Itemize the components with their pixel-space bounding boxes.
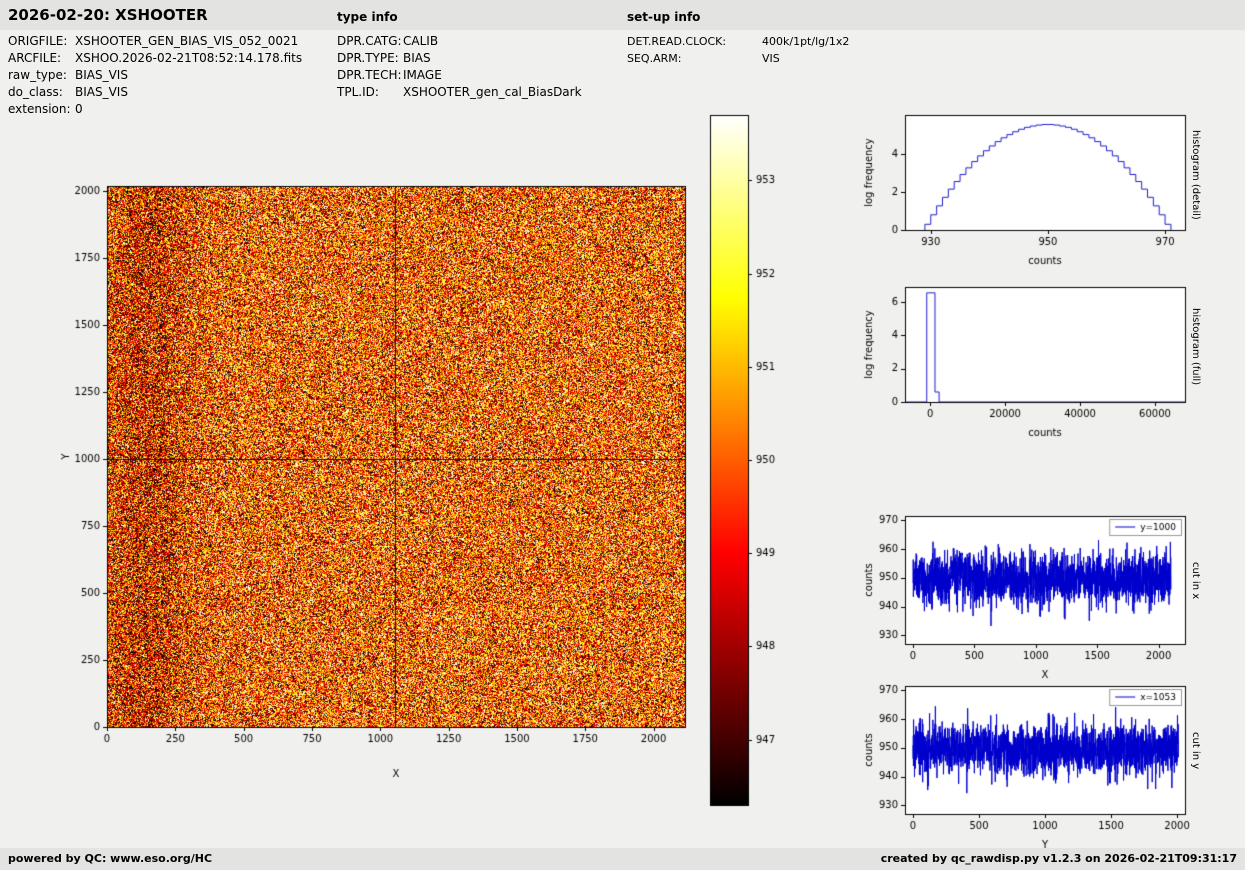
meta-label: DPR.TYPE: <box>337 51 399 65</box>
meta-label: ARCFILE: <box>8 51 62 65</box>
footer-created-by: created by qc_rawdisp.py v1.2.3 on 2026-… <box>880 852 1237 865</box>
meta-row: raw_type: BIAS_VIS <box>8 67 333 84</box>
type-info-metadata: DPR.CATG: CALIB DPR.TYPE: BIAS DPR.TECH: IM… <box>337 33 625 101</box>
footer-bar: powered by QC: www.eso.org/HC created by… <box>0 848 1245 870</box>
meta-value: XSHOOTER_GEN_BIAS_VIS_052_0021 <box>75 34 299 48</box>
meta-label: raw_type: <box>8 68 67 82</box>
meta-value: 400k/1pt/lg/1x2 <box>762 35 850 48</box>
histogram-full-side-label: histogram (full) <box>1190 308 1201 386</box>
cut-in-y-plot <box>858 676 1193 854</box>
meta-row: DPR.TYPE: BIAS <box>337 50 625 67</box>
histogram-detail-plot <box>858 105 1193 275</box>
meta-value: CALIB <box>403 34 439 48</box>
histogram-detail-side-label: histogram (detail) <box>1190 130 1201 220</box>
cut-in-y-side-label: cut in y <box>1190 732 1201 770</box>
meta-label: DET.READ.CLOCK: <box>627 35 727 48</box>
qc-report-page: 2026-02-20: XSHOOTER type info set-up in… <box>0 0 1245 870</box>
meta-row: TPL.ID: XSHOOTER_gen_cal_BiasDark <box>337 84 625 101</box>
meta-label: SEQ.ARM: <box>627 52 682 65</box>
meta-row: DET.READ.CLOCK: 400k/1pt/lg/1x2 <box>627 33 927 50</box>
colorbar <box>703 108 798 814</box>
type-info-heading: type info <box>337 10 398 24</box>
file-metadata: ORIGFILE: XSHOOTER_GEN_BIAS_VIS_052_0021 … <box>8 33 333 118</box>
meta-value: VIS <box>762 52 780 65</box>
bias-image-plot <box>55 150 700 795</box>
meta-row: ARCFILE: XSHOO.2026-02-21T08:52:14.178.fi… <box>8 50 333 67</box>
setup-info-metadata: DET.READ.CLOCK: 400k/1pt/lg/1x2 SEQ.ARM: V… <box>627 33 927 67</box>
setup-info-heading: set-up info <box>627 10 701 24</box>
meta-value: XSHOOTER_gen_cal_BiasDark <box>403 85 582 99</box>
footer-powered-by: powered by QC: www.eso.org/HC <box>8 852 213 865</box>
meta-row: SEQ.ARM: VIS <box>627 50 927 67</box>
meta-label: ORIGFILE: <box>8 34 68 48</box>
cut-in-x-plot <box>858 506 1193 684</box>
meta-row: DPR.CATG: CALIB <box>337 33 625 50</box>
histogram-full-plot <box>858 277 1193 447</box>
meta-row: DPR.TECH: IMAGE <box>337 67 625 84</box>
meta-row: ORIGFILE: XSHOOTER_GEN_BIAS_VIS_052_0021 <box>8 33 333 50</box>
page-title: 2026-02-20: XSHOOTER <box>8 6 208 24</box>
meta-row: do_class: BIAS_VIS <box>8 84 333 101</box>
meta-value: BIAS <box>403 51 431 65</box>
meta-label: do_class: <box>8 85 63 99</box>
meta-label: TPL.ID: <box>337 85 379 99</box>
meta-row: extension: 0 <box>8 101 333 118</box>
cut-in-x-side-label: cut in x <box>1190 562 1201 600</box>
header-bar: 2026-02-20: XSHOOTER type info set-up in… <box>0 0 1245 30</box>
meta-value: 0 <box>75 102 83 116</box>
meta-label: DPR.CATG: <box>337 34 402 48</box>
meta-label: extension: <box>8 102 71 116</box>
meta-value: IMAGE <box>403 68 442 82</box>
meta-label: DPR.TECH: <box>337 68 402 82</box>
meta-value: BIAS_VIS <box>75 68 128 82</box>
meta-value: BIAS_VIS <box>75 85 128 99</box>
meta-value: XSHOO.2026-02-21T08:52:14.178.fits <box>75 51 303 65</box>
